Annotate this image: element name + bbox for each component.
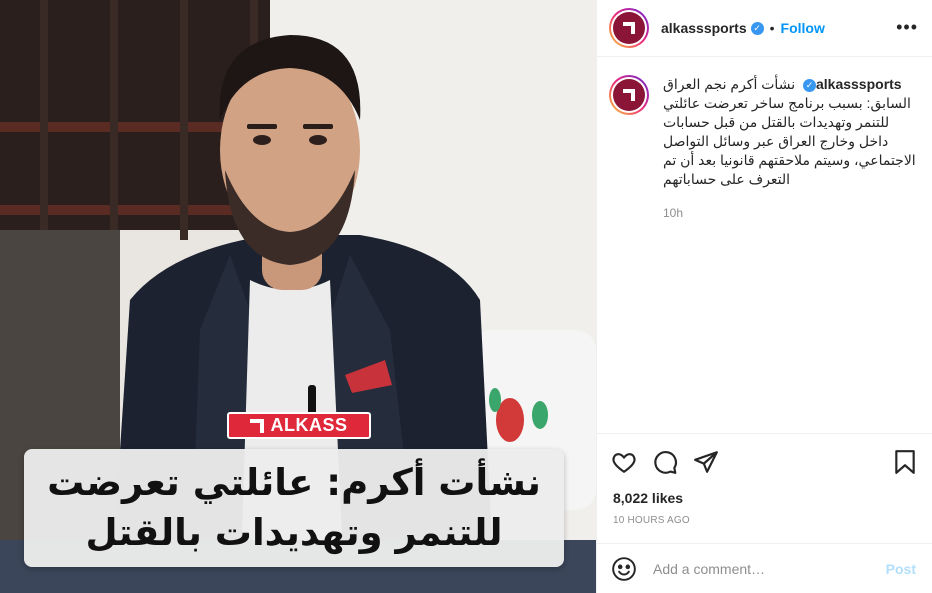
- headline-card: نشأت أكرم: عائلتي تعرضت للتنمر وتهديدات …: [24, 449, 564, 567]
- comment-icon[interactable]: [652, 449, 678, 475]
- headline-line-2: للتنمر وتهديدات بالقتل: [85, 511, 503, 554]
- verified-icon: ✓: [750, 21, 764, 35]
- caption-time[interactable]: 10h: [663, 206, 683, 220]
- caption: alkasssports✓ نشأت أكرم نجم العراق الساب…: [609, 75, 918, 189]
- headline-line-1: نشأت أكرم: عائلتي تعرضت: [47, 461, 541, 504]
- post-header: alkasssports ✓ • Follow •••: [597, 0, 932, 57]
- alkass-brand-badge: ALKASS: [227, 412, 371, 439]
- post-timestamp[interactable]: 10 hours ago: [613, 515, 690, 526]
- post-side-panel: alkasssports ✓ • Follow ••• alkasssports…: [596, 0, 932, 593]
- alkass-logo-icon: [613, 12, 645, 44]
- caption-body: نشأت أكرم نجم العراق السابق: بسبب برنامج…: [663, 76, 916, 187]
- emoji-icon[interactable]: [611, 556, 637, 582]
- brand-badge-text: ALKASS: [270, 415, 348, 435]
- post-button[interactable]: Post: [886, 561, 916, 577]
- alkass-logo-icon: [613, 79, 645, 111]
- caption-text-block: alkasssports✓ نشأت أكرم نجم العراق الساب…: [663, 75, 918, 189]
- follow-button[interactable]: Follow: [781, 20, 825, 36]
- caption-username[interactable]: alkasssports: [816, 76, 902, 92]
- avatar[interactable]: [609, 8, 649, 48]
- post-image[interactable]: ALKASS نشأت أكرم: عائلتي تعرضت للتنمر وت…: [0, 0, 596, 593]
- alkass-logo-icon: [250, 418, 265, 433]
- more-icon[interactable]: •••: [896, 18, 918, 36]
- verified-icon: ✓: [802, 78, 816, 92]
- caption-avatar[interactable]: [609, 75, 649, 115]
- heart-icon[interactable]: [611, 449, 637, 475]
- action-bar: [597, 433, 932, 485]
- header-username[interactable]: alkasssports: [661, 20, 747, 36]
- separator-dot: •: [769, 20, 775, 36]
- likes-count[interactable]: 8,022 likes: [613, 490, 683, 506]
- comment-input[interactable]: [653, 560, 886, 577]
- share-icon[interactable]: [693, 449, 719, 475]
- comment-bar: Post: [597, 543, 932, 593]
- bookmark-icon[interactable]: [892, 449, 918, 475]
